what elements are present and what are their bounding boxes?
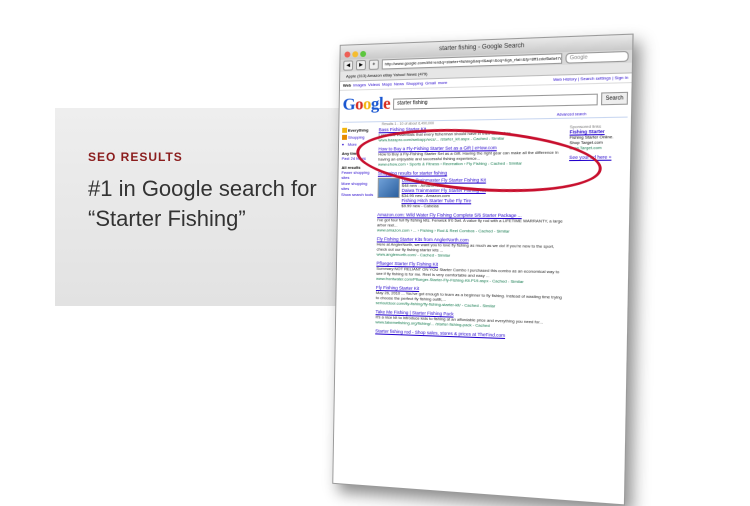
nav-images[interactable]: Images xyxy=(353,82,366,87)
result-item: Fly Fishing Starter Kit May 26, 2010 ...… xyxy=(376,285,564,310)
add-bookmark-icon[interactable]: + xyxy=(368,59,379,70)
browser-window: starter fishing - Google Search ◀ ▶ + ht… xyxy=(332,33,634,506)
minimize-icon[interactable] xyxy=(352,51,359,58)
nav-videos[interactable]: Videos xyxy=(368,82,380,87)
search-button[interactable]: Search xyxy=(601,91,629,106)
google-logo[interactable]: Google xyxy=(342,94,390,115)
show-search-tools[interactable]: Show search tools xyxy=(341,192,375,197)
nav-more[interactable]: more xyxy=(438,80,447,85)
product-thumbnail[interactable] xyxy=(377,177,400,199)
result-item: Starter fishing rod - Shop sales, stores… xyxy=(375,328,563,340)
headline: #1 in Google search for “Starter Fishing… xyxy=(88,176,317,231)
nav-web[interactable]: Web xyxy=(343,83,351,88)
close-icon[interactable] xyxy=(344,51,351,58)
nav-news[interactable]: News xyxy=(394,81,404,86)
result-item: Fly Fishing Starter Kits from AnglerNort… xyxy=(377,236,565,259)
result-item: Pflueger Starter Fly Fishing Kit Summary… xyxy=(376,261,564,285)
result-url[interactable]: www.amazon.com › ... › Fishing › Rod & R… xyxy=(377,227,565,234)
nav-maps[interactable]: Maps xyxy=(382,81,392,86)
fewer-shopping-sites[interactable]: Fewer shopping sites xyxy=(341,170,375,180)
shopping-item-price: $9.99 new - Cabelas xyxy=(401,203,439,209)
shopping-icon xyxy=(342,134,348,140)
result-item: Amazon.com: Wild Water Fly Fishing Compl… xyxy=(377,212,565,234)
result-item: Take Me Fishing | Starter Fishing Pack I… xyxy=(375,309,563,330)
left-nav-everything[interactable]: Everything xyxy=(342,127,376,133)
nav-gmail[interactable]: Gmail xyxy=(425,80,436,85)
browser-search-field[interactable]: Google xyxy=(565,50,629,64)
more-shopping-sites[interactable]: More shopping sites xyxy=(341,181,375,191)
search-input[interactable]: starter fishing xyxy=(393,93,599,110)
expand-icon: ▾ xyxy=(341,141,344,147)
window-title: starter fishing - Google Search xyxy=(438,42,525,53)
zoom-icon[interactable] xyxy=(360,50,367,58)
everything-icon xyxy=(342,127,348,133)
nav-shopping[interactable]: Shopping xyxy=(406,80,423,86)
window-controls[interactable] xyxy=(344,49,368,64)
result-title[interactable]: Starter fishing rod - Shop sales, stores… xyxy=(375,328,563,340)
section-kicker: SEO RESULTS xyxy=(88,150,183,164)
